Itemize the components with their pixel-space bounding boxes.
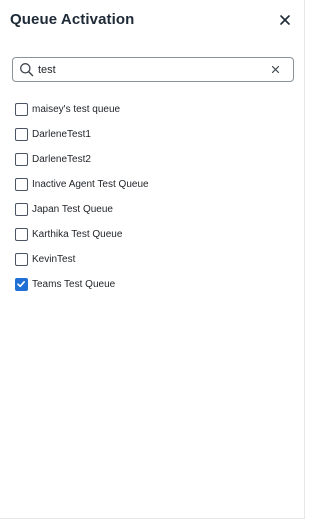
queue-item[interactable]: Japan Test Queue — [15, 197, 285, 222]
clear-search-icon[interactable] — [271, 65, 280, 74]
dialog-header: Queue Activation — [10, 11, 294, 31]
close-button[interactable] — [277, 12, 293, 28]
queue-checkbox[interactable] — [15, 228, 28, 241]
queue-item[interactable]: Teams Test Queue — [15, 272, 285, 297]
queue-label: DarleneTest2 — [32, 154, 91, 165]
queue-item[interactable]: DarleneTest2 — [15, 147, 285, 172]
queue-label: KevinTest — [32, 254, 76, 265]
queue-label: Inactive Agent Test Queue — [32, 179, 149, 190]
close-icon[interactable] — [277, 12, 293, 28]
queue-label: Japan Test Queue — [32, 204, 113, 215]
queue-checkbox[interactable] — [15, 103, 28, 116]
queue-item[interactable]: maisey's test queue — [15, 97, 285, 122]
queue-checkbox[interactable] — [15, 278, 28, 291]
queue-checkbox[interactable] — [15, 253, 28, 266]
queue-checkbox[interactable] — [15, 153, 28, 166]
queue-item[interactable]: DarleneTest1 — [15, 122, 285, 147]
checkmark-icon — [17, 281, 25, 288]
queue-label: Teams Test Queue — [32, 279, 116, 290]
queue-label: DarleneTest1 — [32, 129, 91, 140]
queue-checkbox[interactable] — [15, 178, 28, 191]
queue-checkbox[interactable] — [15, 128, 28, 141]
search-input[interactable] — [38, 61, 263, 78]
queue-item[interactable]: Inactive Agent Test Queue — [15, 172, 285, 197]
dialog-title: Queue Activation — [10, 11, 135, 28]
queue-list: maisey's test queue DarleneTest1 Darlene… — [15, 97, 285, 297]
queue-item[interactable]: KevinTest — [15, 247, 285, 272]
search-field[interactable] — [12, 57, 294, 82]
queue-label: Karthika Test Queue — [32, 229, 123, 240]
queue-checkbox[interactable] — [15, 203, 28, 216]
queue-label: maisey's test queue — [32, 104, 121, 115]
queue-activation-panel: Queue Activation maisey's test queue Dar… — [0, 0, 305, 519]
queue-item[interactable]: Karthika Test Queue — [15, 222, 285, 247]
search-icon — [20, 63, 34, 77]
